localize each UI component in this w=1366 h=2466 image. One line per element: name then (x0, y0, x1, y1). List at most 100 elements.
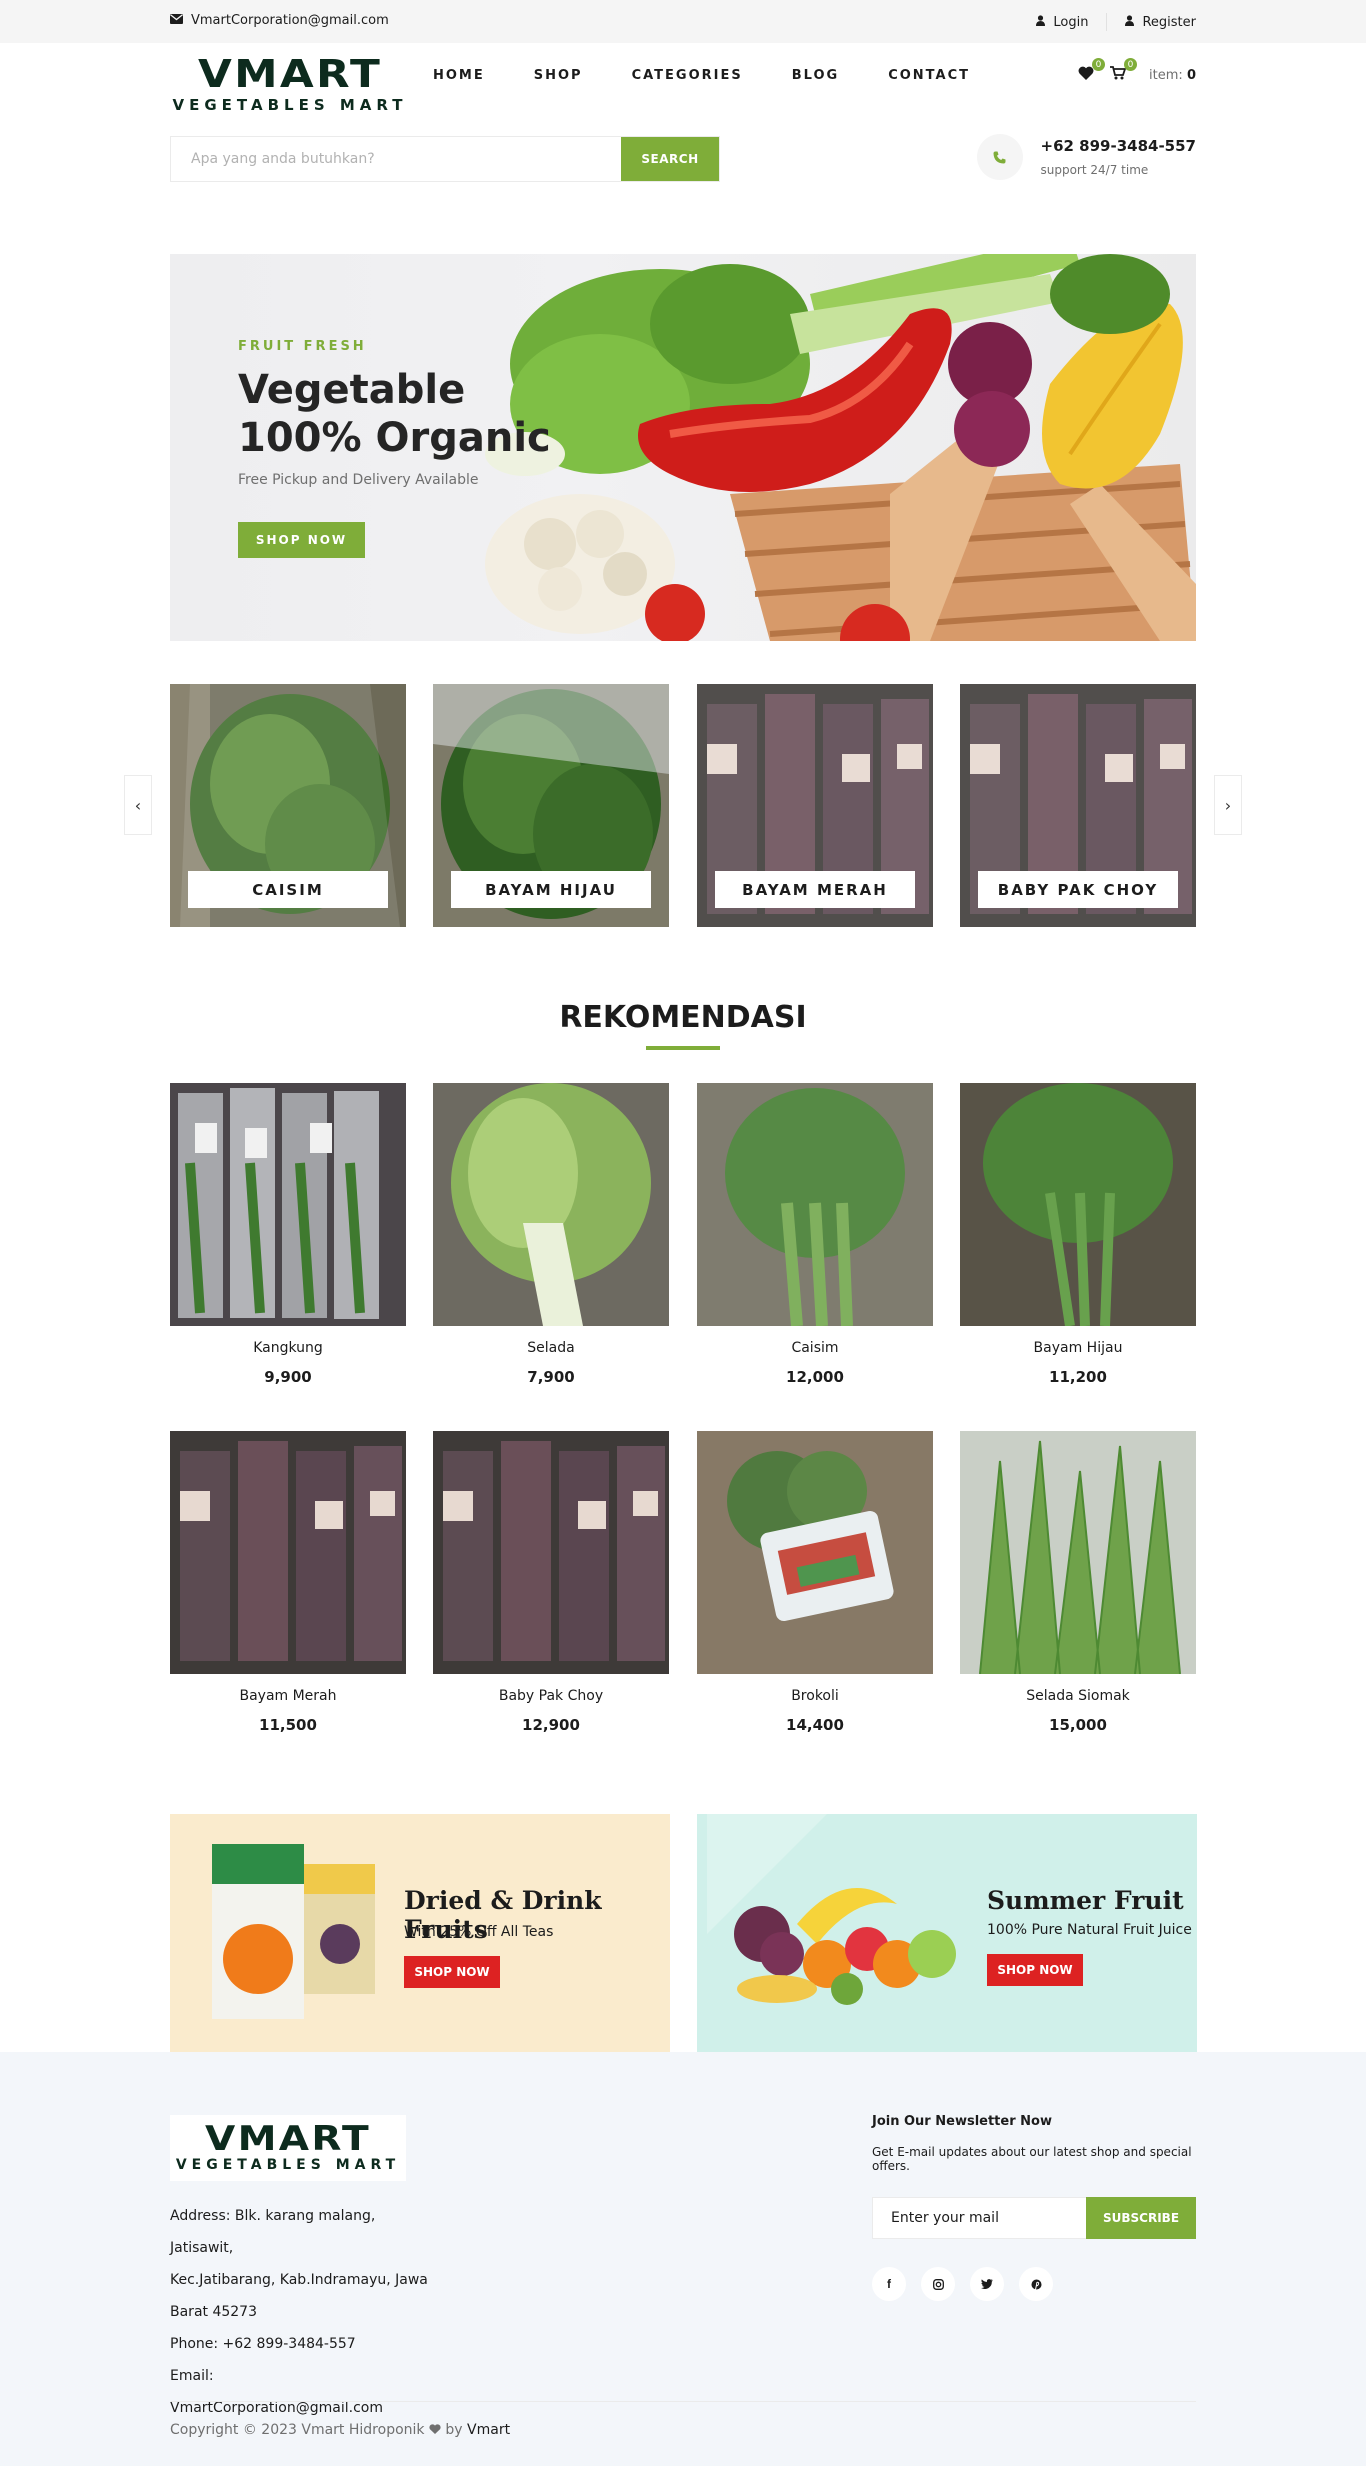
chevron-left-icon: ‹ (134, 795, 142, 815)
pinterest-link[interactable] (1019, 2267, 1053, 2301)
product-name[interactable]: Selada Siomak (960, 1688, 1196, 1704)
footer-logo-tagline: VEGETABLES MART (175, 2157, 401, 2173)
nav-home[interactable]: HOME (433, 68, 485, 83)
product-name[interactable]: Selada (433, 1340, 669, 1356)
banner-shop-now-button[interactable]: SHOP NOW (404, 1956, 500, 1988)
facebook-icon: f (872, 2267, 906, 2301)
newsletter-form: SUBSCRIBE (872, 2197, 1196, 2239)
copyright-author-link[interactable]: Vmart (467, 2422, 510, 2438)
promo-banner-summer-fruit[interactable]: Summer Fruit 100% Pure Natural Fruit Jui… (697, 1814, 1197, 2052)
banner-title: Summer Fruit (987, 1886, 1184, 1915)
category-card-bayam-hijau[interactable]: BAYAM HIJAU (433, 684, 669, 927)
hero-title-line2: 100% Organic (238, 415, 551, 461)
search-input[interactable] (171, 137, 621, 181)
product-card[interactable]: Caisim 12,000 (697, 1083, 933, 1386)
pinterest-icon (1019, 2267, 1053, 2301)
banner-shop-now-button[interactable]: SHOP NOW (987, 1954, 1083, 1986)
product-name[interactable]: Bayam Merah (170, 1688, 406, 1704)
heart-icon (1078, 66, 1094, 84)
footer-address-line: Kec.Jatibarang, Kab.Indramayu, Jawa (170, 2272, 428, 2288)
cart-item-total: 0 (1186, 67, 1196, 83)
category-card-caisim[interactable]: CAISIM (170, 684, 406, 927)
cart-button[interactable]: 0 (1107, 58, 1138, 86)
product-card[interactable]: Kangkung 9,900 (170, 1083, 406, 1386)
category-label: CAISIM (188, 871, 388, 908)
product-card[interactable]: Brokoli 14,400 (697, 1431, 933, 1734)
banner-subtitle: 100% Pure Natural Fruit Juice (987, 1922, 1192, 1938)
footer-logo[interactable]: VMART VEGETABLES MART (170, 2115, 406, 2181)
juice-pack-image (212, 1844, 375, 2019)
social-links: f (872, 2267, 1196, 2301)
product-image[interactable] (697, 1431, 933, 1674)
subscribe-button[interactable]: SUBSCRIBE (1086, 2197, 1196, 2239)
product-price: 11,200 (1049, 1368, 1107, 1386)
hero-tag: FRUIT FRESH (238, 339, 367, 354)
product-image[interactable] (960, 1083, 1196, 1326)
site-logo[interactable]: VMART VEGETABLES MART (170, 54, 410, 116)
product-image[interactable] (697, 1083, 933, 1326)
product-card[interactable]: Bayam Hijau 11,200 (960, 1083, 1196, 1386)
register-link[interactable]: Register (1107, 15, 1196, 30)
search-button[interactable]: SEARCH (621, 137, 719, 181)
nav-categories[interactable]: CATEGORIES (632, 68, 743, 83)
envelope-icon (170, 13, 183, 28)
category-label: BABY PAK CHOY (978, 871, 1178, 908)
footer-divider (170, 2401, 1196, 2402)
product-card[interactable]: Selada Siomak 15,000 (960, 1431, 1196, 1734)
chevron-right-icon: › (1224, 795, 1232, 815)
cart-total: item: 0 (1149, 68, 1196, 83)
nav-shop[interactable]: SHOP (534, 68, 583, 83)
copyright: Copyright © 2023 Vmart Hidroponik by Vma… (170, 2422, 510, 2438)
product-image[interactable] (433, 1431, 669, 1674)
user-icon (1125, 14, 1135, 30)
phone-number: +62 899-3484-557 (1040, 137, 1197, 155)
product-name[interactable]: Bayam Hijau (960, 1340, 1196, 1356)
phone-icon (976, 134, 1023, 180)
footer-phone: Phone: +62 899-3484-557 (170, 2336, 356, 2352)
category-card-baby-pak-choy[interactable]: BABY PAK CHOY (960, 684, 1196, 927)
category-card-bayam-merah[interactable]: BAYAM MERAH (697, 684, 933, 927)
product-price: 12,000 (786, 1368, 844, 1386)
facebook-link[interactable]: f (872, 2267, 906, 2301)
nav-blog[interactable]: BLOG (792, 68, 839, 83)
product-image[interactable] (170, 1083, 406, 1326)
auth-links: Login Register (1018, 13, 1196, 31)
product-name[interactable]: Caisim (697, 1340, 933, 1356)
twitter-link[interactable] (970, 2267, 1004, 2301)
product-price: 15,000 (1049, 1716, 1107, 1734)
login-link[interactable]: Login (1018, 15, 1106, 30)
nav-contact[interactable]: CONTACT (888, 68, 970, 83)
instagram-link[interactable] (921, 2267, 955, 2301)
instagram-icon (921, 2267, 955, 2301)
hero-banner: FRUIT FRESH Vegetable 100% Organic Free … (170, 254, 1196, 641)
newsletter-title: Join Our Newsletter Now (872, 2114, 1052, 2129)
wishlist-button[interactable]: 0 (1075, 58, 1106, 86)
hero-title: Vegetable 100% Organic (238, 366, 551, 462)
product-price: 7,900 (527, 1368, 575, 1386)
hero-shop-now-button[interactable]: SHOP NOW (238, 522, 365, 558)
newsletter: Join Our Newsletter Now Get E-mail updat… (872, 2114, 1196, 2301)
carousel-prev-button[interactable]: ‹ (124, 775, 152, 835)
newsletter-email-input[interactable] (872, 2197, 1086, 2239)
logo-wordmark: VMART (197, 52, 383, 96)
promo-banner-dried-fruits[interactable]: Dried & Drink Fruits With 25% Off All Te… (170, 1814, 670, 2052)
user-icon (1036, 14, 1046, 30)
footer-address-line: Address: Blk. karang malang, Jatisawit, (170, 2208, 376, 2256)
carousel-next-button[interactable]: › (1214, 775, 1242, 835)
twitter-icon (970, 2267, 1004, 2301)
register-label: Register (1142, 14, 1196, 30)
phone-support-text: support 24/7 time (1040, 163, 1149, 177)
footer-email: Email: VmartCorporation@gmail.com (170, 2368, 383, 2416)
product-name[interactable]: Kangkung (170, 1340, 406, 1356)
logo-tagline: VEGETABLES MART (172, 96, 408, 114)
product-card[interactable]: Selada 7,900 (433, 1083, 669, 1386)
product-image[interactable] (170, 1431, 406, 1674)
cart-item-label: item: (1149, 67, 1183, 83)
product-image[interactable] (433, 1083, 669, 1326)
product-card[interactable]: Baby Pak Choy 12,900 (433, 1431, 669, 1734)
product-name[interactable]: Brokoli (697, 1688, 933, 1704)
product-name[interactable]: Baby Pak Choy (433, 1688, 669, 1704)
product-card[interactable]: Bayam Merah 11,500 (170, 1431, 406, 1734)
banner-subtitle: With 25% Off All Teas (404, 1924, 554, 1940)
product-image[interactable] (960, 1431, 1196, 1674)
